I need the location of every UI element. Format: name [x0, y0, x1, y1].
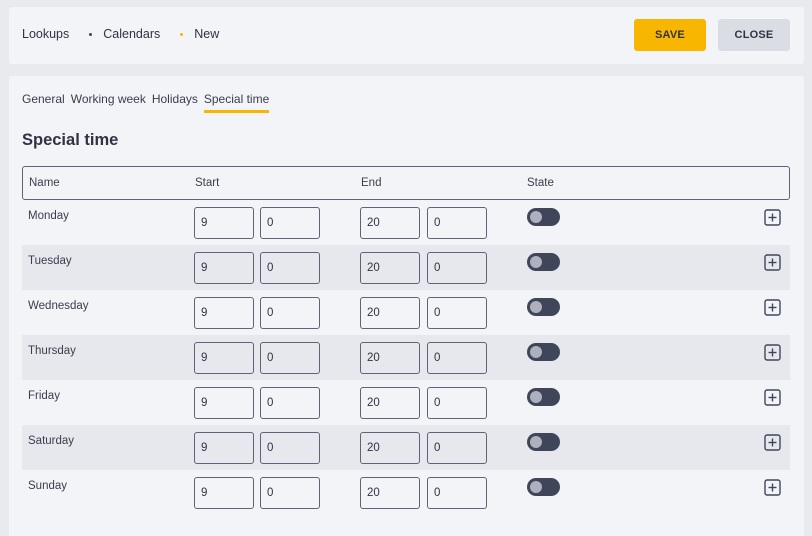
- start-minute-input[interactable]: [260, 342, 320, 374]
- start-hour-input[interactable]: [194, 477, 254, 509]
- table-row: Sunday: [22, 470, 790, 515]
- breadcrumb-new: New: [194, 27, 220, 41]
- tab-holidays[interactable]: Holidays: [152, 92, 198, 113]
- end-hour-input[interactable]: [360, 252, 420, 284]
- plus-square-icon[interactable]: [764, 254, 781, 271]
- end-minute-input[interactable]: [427, 207, 487, 239]
- table-row: Saturday: [22, 425, 790, 470]
- start-minute-input[interactable]: [260, 387, 320, 419]
- state-toggle[interactable]: [527, 343, 560, 361]
- state-toggle[interactable]: [527, 433, 560, 451]
- start-minute-input[interactable]: [260, 207, 320, 239]
- end-hour-input[interactable]: [360, 477, 420, 509]
- day-label: Tuesday: [28, 255, 72, 267]
- plus-square-icon[interactable]: [764, 209, 781, 226]
- close-button[interactable]: CLOSE: [718, 19, 790, 51]
- header-end: End: [361, 177, 382, 189]
- end-hour-input[interactable]: [360, 207, 420, 239]
- toggle-knob: [530, 481, 542, 493]
- state-toggle[interactable]: [527, 298, 560, 316]
- breadcrumb-calendars[interactable]: Calendars: [103, 27, 160, 41]
- section-title: Special time: [22, 131, 119, 149]
- save-button[interactable]: SAVE: [634, 19, 706, 51]
- start-minute-input[interactable]: [260, 477, 320, 509]
- main-panel: General Working week Holidays Special ti…: [9, 76, 804, 536]
- start-hour-input[interactable]: [194, 342, 254, 374]
- tab-special-time[interactable]: Special time: [203, 92, 270, 113]
- end-minute-input[interactable]: [427, 342, 487, 374]
- state-toggle[interactable]: [527, 253, 560, 271]
- end-hour-input[interactable]: [360, 432, 420, 464]
- table-row: Thursday: [22, 335, 790, 380]
- tab-general[interactable]: General: [22, 92, 65, 113]
- plus-square-icon[interactable]: [764, 389, 781, 406]
- tab-working-week[interactable]: Working week: [71, 92, 146, 113]
- start-hour-input[interactable]: [194, 252, 254, 284]
- toggle-knob: [530, 256, 542, 268]
- toggle-knob: [530, 211, 542, 223]
- state-toggle[interactable]: [527, 208, 560, 226]
- end-hour-input[interactable]: [360, 387, 420, 419]
- end-minute-input[interactable]: [427, 252, 487, 284]
- day-label: Saturday: [28, 435, 75, 447]
- start-hour-input[interactable]: [194, 432, 254, 464]
- plus-square-icon[interactable]: [764, 299, 781, 316]
- state-toggle[interactable]: [527, 388, 560, 406]
- start-hour-input[interactable]: [194, 297, 254, 329]
- table-row: Friday: [22, 380, 790, 425]
- table-row: Wednesday: [22, 290, 790, 335]
- plus-square-icon[interactable]: [764, 479, 781, 496]
- plus-square-icon[interactable]: [764, 434, 781, 451]
- start-minute-input[interactable]: [260, 297, 320, 329]
- toggle-knob: [530, 346, 542, 358]
- table-header: Name Start End State: [22, 166, 790, 200]
- end-hour-input[interactable]: [360, 342, 420, 374]
- plus-square-icon[interactable]: [764, 344, 781, 361]
- end-minute-input[interactable]: [427, 432, 487, 464]
- top-bar: Lookups Calendars New SAVE CLOSE: [9, 7, 804, 64]
- table-body: Monday Tuesday Wednesday Thursday Friday Satu…: [22, 200, 790, 515]
- header-state: State: [527, 177, 554, 189]
- day-label: Friday: [28, 390, 60, 402]
- start-minute-input[interactable]: [260, 432, 320, 464]
- day-label: Monday: [28, 210, 69, 222]
- day-label: Thursday: [28, 345, 76, 357]
- tab-bar: General Working week Holidays Special ti…: [22, 92, 275, 113]
- table-row: Tuesday: [22, 245, 790, 290]
- end-minute-input[interactable]: [427, 297, 487, 329]
- breadcrumb-separator: [89, 32, 93, 36]
- start-hour-input[interactable]: [194, 207, 254, 239]
- start-hour-input[interactable]: [194, 387, 254, 419]
- table-row: Monday: [22, 200, 790, 245]
- breadcrumb: Lookups Calendars New: [22, 27, 219, 41]
- header-name: Name: [29, 177, 60, 189]
- state-toggle[interactable]: [527, 478, 560, 496]
- day-label: Sunday: [28, 480, 68, 492]
- end-hour-input[interactable]: [360, 297, 420, 329]
- toggle-knob: [530, 436, 542, 448]
- day-label: Wednesday: [28, 300, 89, 312]
- start-minute-input[interactable]: [260, 252, 320, 284]
- breadcrumb-separator-active: [180, 32, 184, 36]
- end-minute-input[interactable]: [427, 387, 487, 419]
- toggle-knob: [530, 301, 542, 313]
- header-start: Start: [195, 177, 220, 189]
- breadcrumb-lookups[interactable]: Lookups: [22, 27, 69, 41]
- end-minute-input[interactable]: [427, 477, 487, 509]
- toggle-knob: [530, 391, 542, 403]
